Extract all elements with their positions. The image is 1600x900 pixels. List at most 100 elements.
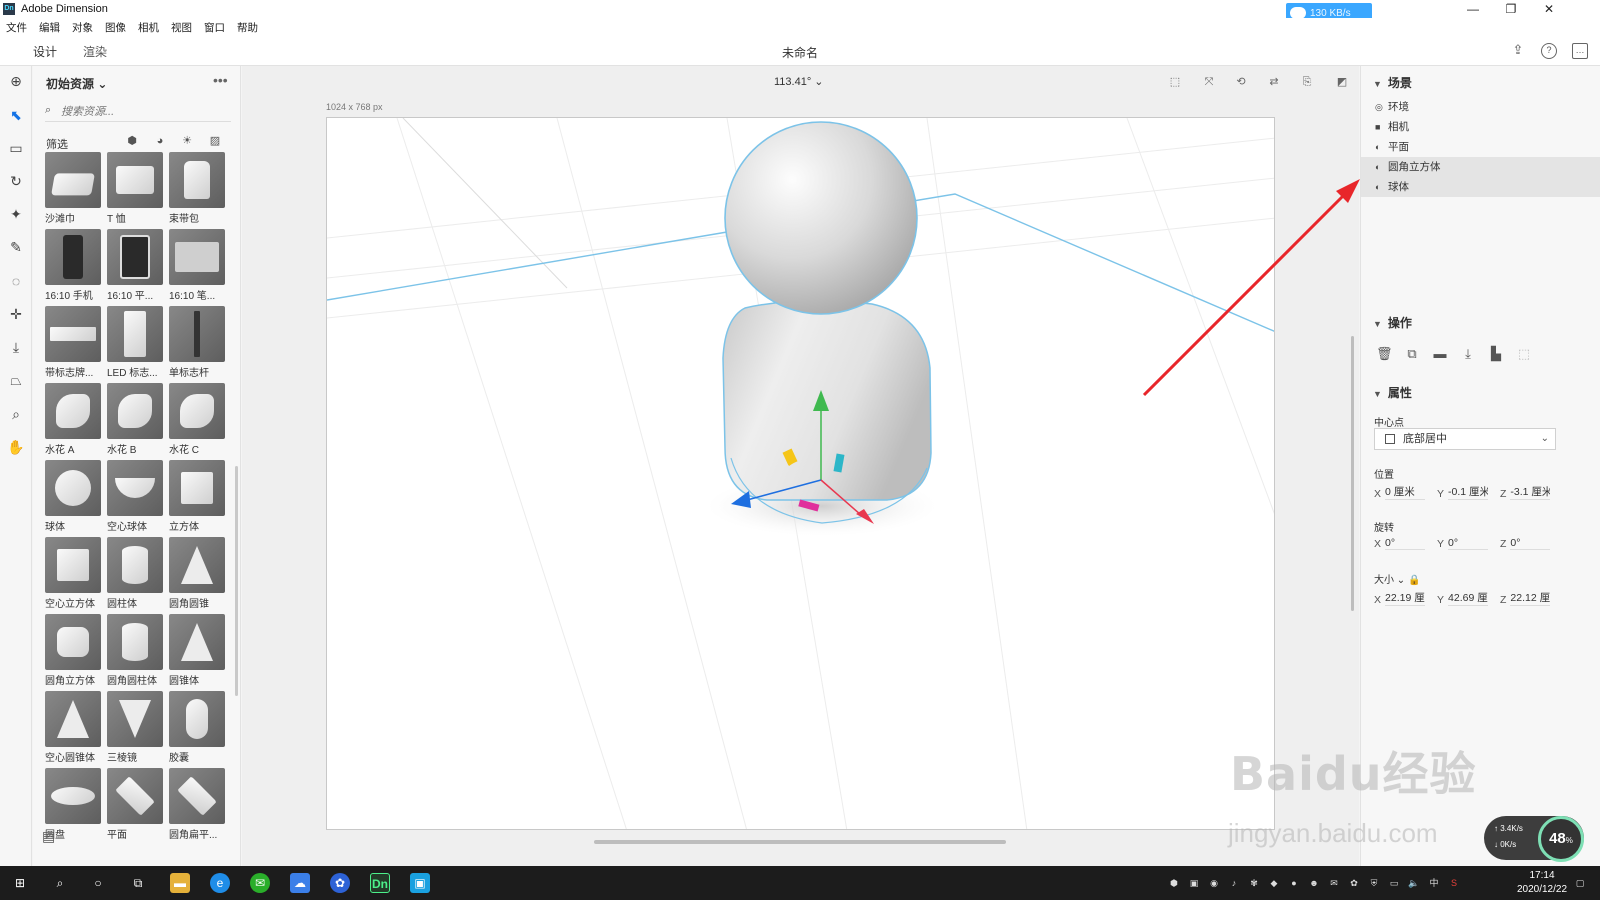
rotation-z-field[interactable]: Z 0° <box>1500 537 1551 550</box>
position-y-field[interactable]: Y -0.1 厘米 <box>1437 484 1489 500</box>
clock-date[interactable]: 2020/12/22 <box>1512 884 1572 895</box>
baidu-icon[interactable]: ✿ <box>330 873 350 893</box>
asset-item[interactable]: 胶囊 <box>169 691 227 764</box>
menu-help[interactable]: 帮助 <box>237 20 258 35</box>
camera-pan-icon[interactable]: ⇄ <box>1267 75 1281 89</box>
menu-file[interactable]: 文件 <box>6 20 27 35</box>
asset-item[interactable]: T 恤 <box>107 152 165 225</box>
pivot-select[interactable]: 底部居中 ⌄ <box>1374 428 1556 450</box>
perspective-tool-icon[interactable]: ⏢ <box>7 371 25 389</box>
asset-item[interactable]: 平面 <box>107 768 165 841</box>
tray-browser-icon[interactable]: ◉ <box>1208 877 1220 889</box>
material-filter-icon[interactable]: ◕ <box>153 134 167 148</box>
scene-item-camera[interactable]: ■ 相机 <box>1361 117 1600 137</box>
asset-item[interactable]: 沙滩巾 <box>45 152 103 225</box>
delete-icon[interactable]: 🗑 <box>1376 346 1393 362</box>
orbit-tool-icon[interactable]: ↻ <box>7 172 25 190</box>
help-icon[interactable]: ? <box>1541 43 1557 59</box>
tray-sogou-icon[interactable]: S <box>1448 877 1460 889</box>
position-z-field[interactable]: Z -3.1 厘米 <box>1500 484 1551 500</box>
tray-security-icon[interactable]: ● <box>1288 877 1300 889</box>
assets-scrollbar[interactable] <box>235 466 238 696</box>
asset-item[interactable]: 圆角圆锥 <box>169 537 227 610</box>
export-icon[interactable]: ⬚ <box>1516 346 1532 362</box>
notification-icon[interactable]: ▢ <box>1572 877 1588 889</box>
cloud-drive-icon[interactable]: ☁ <box>290 873 310 893</box>
asset-item[interactable]: 圆柱体 <box>107 537 165 610</box>
light-filter-icon[interactable]: ☀ <box>180 134 194 148</box>
tray-person-icon[interactable]: ☻ <box>1308 877 1320 889</box>
wechat-icon[interactable]: ✉ <box>250 873 270 893</box>
lock-icon[interactable]: 🔒 <box>1408 575 1420 586</box>
add-icon[interactable]: ⊕ <box>7 72 25 90</box>
rotation-x-field[interactable]: X 0° <box>1374 537 1426 550</box>
task-view-icon[interactable]: ⧉ <box>128 873 148 893</box>
dimension-app-icon[interactable]: Dn <box>370 873 390 893</box>
search-input[interactable] <box>61 103 229 121</box>
start-icon[interactable]: ⊞ <box>10 873 30 893</box>
asset-item[interactable]: 水花 C <box>169 383 227 456</box>
minimize-button[interactable]: — <box>1455 0 1491 18</box>
asset-item[interactable]: 圆角立方体 <box>45 614 103 687</box>
camera-fov-readout[interactable]: 113.41° ⌄ <box>774 75 824 88</box>
size-label[interactable]: 大小 ⌄ 🔒 <box>1374 571 1420 586</box>
share-icon[interactable]: ⇪ <box>1510 43 1526 59</box>
tray-shield-icon[interactable]: ⛨ <box>1368 877 1380 889</box>
camera-bookmark-icon[interactable]: ⎘ <box>1300 75 1314 89</box>
rotation-y-field[interactable]: Y 0° <box>1437 537 1489 550</box>
tray-app-icon[interactable]: ✾ <box>1248 877 1260 889</box>
group-folder-icon[interactable]: ▬ <box>1432 346 1448 362</box>
tray-volume-icon[interactable]: 🔈 <box>1408 877 1420 889</box>
zoom-tool-icon[interactable]: ⌕ <box>7 405 25 423</box>
size-y-field[interactable]: Y 42.69 厘 <box>1437 590 1489 606</box>
tray-network-icon[interactable]: ▭ <box>1388 877 1400 889</box>
render-preview-icon[interactable]: ◩ <box>1335 75 1349 89</box>
scene-item-rounded-cube[interactable]: ◐ 圆角立方体 <box>1361 157 1600 177</box>
menu-object[interactable]: 对象 <box>72 20 93 35</box>
drop-to-ground-icon[interactable]: ⤓ <box>1460 346 1476 362</box>
menu-camera[interactable]: 相机 <box>138 20 159 35</box>
image-filter-icon[interactable]: ▨ <box>208 134 222 148</box>
camera-dolly-icon[interactable]: ⤧ <box>1202 75 1216 89</box>
viewport-canvas[interactable] <box>326 117 1275 830</box>
tray-baidu-icon[interactable]: ✿ <box>1348 877 1360 889</box>
asset-item[interactable]: 16:10 平... <box>107 229 165 302</box>
properties-section-title[interactable]: ▼ 属性 <box>1373 384 1412 401</box>
tray-mic-icon[interactable]: ♪ <box>1228 877 1240 889</box>
canvas-horizontal-scrollbar[interactable] <box>594 840 1006 844</box>
asset-item[interactable]: 圆锥体 <box>169 614 227 687</box>
asset-item[interactable]: 16:10 笔... <box>169 229 227 302</box>
search-icon[interactable]: ⌕ <box>50 873 70 893</box>
size-x-field[interactable]: X 22.19 厘 <box>1374 590 1426 606</box>
asset-item[interactable]: 水花 A <box>45 383 103 456</box>
asset-item[interactable]: 空心球体 <box>107 460 165 533</box>
asset-item[interactable]: 圆角圆柱体 <box>107 614 165 687</box>
cortana-icon[interactable]: ○ <box>88 873 108 893</box>
frame-fit-icon[interactable]: ⬚ <box>1168 75 1182 89</box>
more-icon[interactable]: ••• <box>213 72 228 88</box>
asset-item[interactable]: 空心圆锥体 <box>45 691 103 764</box>
tray-game-icon[interactable]: ◆ <box>1268 877 1280 889</box>
close-button[interactable]: ✕ <box>1531 0 1567 18</box>
asset-item[interactable]: 单标志杆 <box>169 306 227 379</box>
model-filter-icon[interactable]: ⬢ <box>125 134 139 148</box>
drop-tool-icon[interactable]: ⤓ <box>7 338 25 356</box>
comment-icon[interactable]: … <box>1572 43 1588 59</box>
tray-wechat-icon[interactable]: ✉ <box>1328 877 1340 889</box>
asset-item[interactable]: 三棱镜 <box>107 691 165 764</box>
ime-indicator[interactable]: 中 <box>1428 877 1440 889</box>
move-tool-icon[interactable]: ✛ <box>7 305 25 323</box>
select-tool-icon[interactable]: ⬉ <box>7 106 25 124</box>
asset-item[interactable]: 球体 <box>45 460 103 533</box>
position-x-field[interactable]: X0 厘米 <box>1374 484 1426 500</box>
sampler-tool-icon[interactable]: ✎ <box>7 238 25 256</box>
scene-item-sphere[interactable]: ◐ 球体 <box>1361 177 1600 197</box>
asset-item[interactable]: 立方体 <box>169 460 227 533</box>
asset-item[interactable]: 16:10 手机 <box>45 229 103 302</box>
menu-window[interactable]: 窗口 <box>204 20 225 35</box>
tray-box-icon[interactable]: ▣ <box>1188 877 1200 889</box>
frame-tool-icon[interactable]: ▭ <box>7 139 25 157</box>
browser-icon[interactable]: e <box>210 873 230 893</box>
performance-widget[interactable]: ↑ 3.4K/s ↓ 0K/s 48% <box>1484 816 1584 862</box>
actions-section-title[interactable]: ▼ 操作 <box>1373 314 1412 331</box>
